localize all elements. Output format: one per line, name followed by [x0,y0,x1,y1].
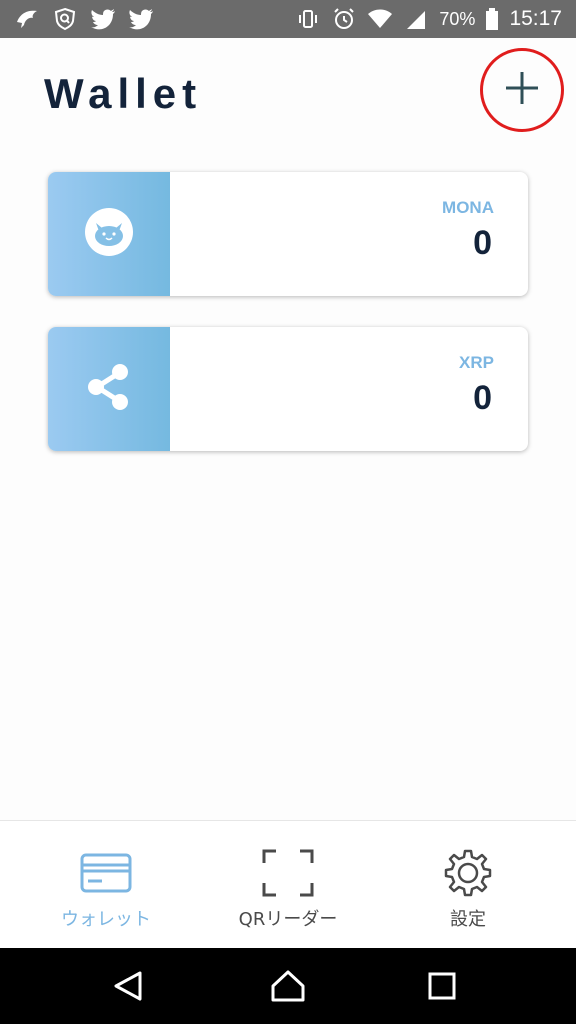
twitter-icon [128,6,154,32]
home-icon[interactable] [268,966,308,1006]
nav-tab-qr-reader[interactable]: QRリーダー [208,845,368,935]
nav-label: ウォレット [61,909,151,930]
add-wallet-button[interactable] [480,48,564,132]
notification-icons [14,6,154,32]
alarm-icon [331,6,357,32]
coin-symbol: XRP [459,353,494,372]
nav-label: QRリーダー [238,909,338,930]
ripple-icon [83,361,135,418]
qr-scan-icon [262,845,314,901]
status-bar: 70% 15:17 [0,0,576,38]
gear-icon [443,845,493,901]
signal-icon [403,6,429,32]
card-icon-panel [48,172,170,296]
twitter-icon [90,6,116,32]
wallet-card-xrp[interactable]: XRP 0 [48,327,528,451]
coin-balance: 0 [473,379,492,417]
security-shield-icon [52,6,78,32]
vibrate-icon [295,6,321,32]
wallet-card-icon [80,845,132,901]
coin-balance: 0 [473,224,492,262]
bottom-navigation: ウォレット QRリーダー 設定 [0,820,576,948]
coin-symbol: MONA [442,198,494,217]
plus-icon [504,70,540,111]
nav-label: 設定 [450,909,486,930]
page-title: Wallet [44,70,203,117]
battery-icon [485,6,499,32]
system-status: 70% 15:17 [295,6,562,32]
recents-icon[interactable] [422,966,462,1006]
nav-tab-settings[interactable]: 設定 [388,845,548,935]
bird-app-icon [14,6,40,32]
card-icon-panel [48,327,170,451]
system-navigation-bar [0,948,576,1024]
wifi-icon [367,6,393,32]
wallet-card-mona[interactable]: MONA 0 [48,172,528,296]
back-icon[interactable] [108,966,148,1006]
clock: 15:17 [509,7,562,30]
monacoin-cat-icon [84,207,134,262]
nav-tab-wallet[interactable]: ウォレット [26,845,186,935]
battery-percent: 70% [439,8,476,29]
